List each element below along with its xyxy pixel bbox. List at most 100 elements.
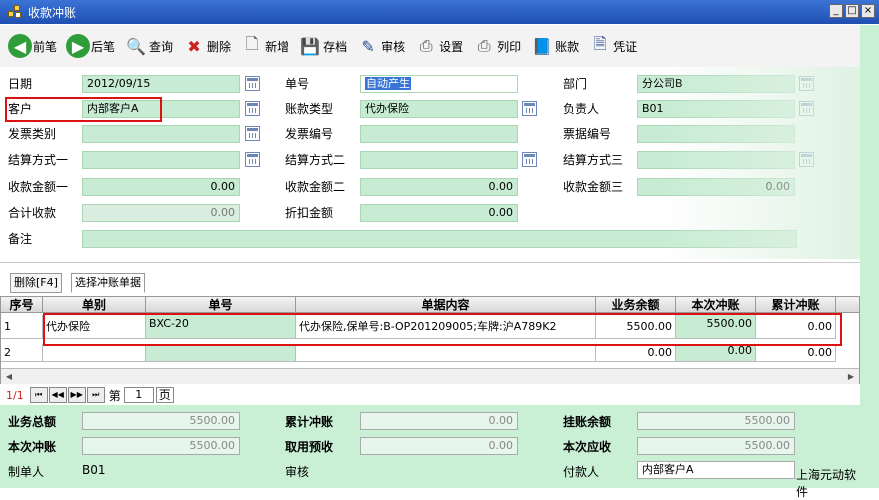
right-strip <box>860 25 879 488</box>
amt2-input[interactable]: 0.00 <box>360 178 518 196</box>
voucher-button[interactable]: 🗎 凭证 <box>588 29 637 63</box>
col-balance: 业务余额 <box>596 297 676 313</box>
col-content: 单据内容 <box>296 297 596 313</box>
print-button[interactable]: ⎙ 列印 <box>472 29 521 63</box>
settle2-input[interactable] <box>360 151 518 169</box>
col-cum: 累计冲账 <box>756 297 836 313</box>
date-label: 日期 <box>8 77 33 91</box>
invoice-type-lookup-icon[interactable] <box>245 126 260 141</box>
date-input[interactable]: 2012/09/15 <box>82 75 240 93</box>
prev-page-icon[interactable]: ◀◀ <box>48 387 67 403</box>
save-button[interactable]: 💾 存档 <box>298 29 347 63</box>
tab-delete[interactable]: 删除[F4] <box>10 273 62 293</box>
discount-label: 折扣金额 <box>285 206 334 220</box>
detail-tabs: 删除[F4] 选择冲账单据 <box>0 262 860 294</box>
amt1-input[interactable]: 0.00 <box>82 178 240 196</box>
review-button[interactable]: ✎ 审核 <box>356 29 405 63</box>
remark-label: 备注 <box>8 232 33 246</box>
app-icon <box>8 5 22 19</box>
dept-lookup-icon[interactable] <box>799 76 814 91</box>
this-label: 本次冲账 <box>8 440 57 454</box>
settle1-label: 结算方式一 <box>8 153 69 167</box>
row2-seq: 2 <box>1 344 43 362</box>
owner-input[interactable]: B01 <box>637 100 795 118</box>
row1-seq: 1 <box>1 315 43 339</box>
brand-label: 上海元动软件 <box>796 468 857 499</box>
page-input[interactable]: 1 <box>123 387 154 403</box>
row2-content[interactable] <box>296 344 596 362</box>
biz-total-label: 业务总额 <box>8 415 57 429</box>
summary-panel: 业务总额 5500.00 累计冲账 0.00 挂账余额 5500.00 本次冲账… <box>0 405 860 499</box>
total-label: 合计收款 <box>8 206 57 220</box>
acct-type-input[interactable]: 代办保险 <box>360 100 518 118</box>
row2-type[interactable] <box>43 344 146 362</box>
calendar-icon[interactable] <box>245 76 260 91</box>
printer-icon: ⎙ <box>477 36 491 55</box>
settings-button[interactable]: ⎙ 设置 <box>414 29 463 63</box>
hang-input: 5500.00 <box>637 412 795 430</box>
minimize-button[interactable]: _ <box>829 4 843 18</box>
last-page-icon[interactable]: ⏭ <box>86 387 105 403</box>
scroll-right-icon[interactable]: ▶ <box>845 371 857 383</box>
delete-doc-icon: ✖ <box>187 36 201 56</box>
owner-lookup-icon[interactable] <box>799 101 814 116</box>
settle3-label: 结算方式三 <box>563 153 624 167</box>
payer-input[interactable]: 内部客户A <box>637 461 795 479</box>
new-doc-icon: 🗋 <box>245 33 259 53</box>
invoice-type-input[interactable] <box>82 125 240 143</box>
pager: 1/1 ⏮ ◀◀ ▶▶ ⏭ 第 1 页 <box>0 385 190 405</box>
settle1-input[interactable] <box>82 151 240 169</box>
ledger-button[interactable]: 📘 账款 <box>530 29 579 63</box>
dept-input[interactable]: 分公司B <box>637 75 795 93</box>
settle3-input[interactable] <box>637 151 795 169</box>
prepay-input: 0.00 <box>360 437 518 455</box>
arrow-right-icon: ▶ <box>66 34 91 58</box>
col-no: 单号 <box>146 297 296 313</box>
discount-input[interactable]: 0.00 <box>360 204 518 222</box>
row2-no[interactable] <box>146 344 296 362</box>
bill-no-input[interactable] <box>637 125 795 143</box>
acct-type-lookup-icon[interactable] <box>522 101 537 116</box>
row2-this[interactable]: 0.00 <box>676 344 756 362</box>
next-page-icon[interactable]: ▶▶ <box>67 387 86 403</box>
toolbar: ◀ 前笔 ▶ 后笔 🔍 查询 ✖ 删除 🗋 新增 💾 存档 ✎ 审核 ⎙ 设置 ⎙ 列印 📘 账款 … <box>0 25 860 67</box>
dept-label: 部门 <box>563 77 588 91</box>
next-button[interactable]: ▶ 后笔 <box>66 29 115 63</box>
grid-hscrollbar[interactable]: ◀ ▶ <box>1 368 859 384</box>
due-input: 5500.00 <box>637 437 795 455</box>
settle3-lookup-icon[interactable] <box>799 152 814 167</box>
floppy-icon: 💾 <box>300 36 321 56</box>
payer-label: 付款人 <box>563 465 600 479</box>
invoice-no-input[interactable] <box>360 125 518 143</box>
audit-label: 审核 <box>285 465 310 479</box>
hang-label: 挂账余额 <box>563 415 612 429</box>
amt3-label: 收款金额三 <box>563 180 624 194</box>
remark-input[interactable] <box>82 230 797 248</box>
close-button[interactable]: × <box>861 4 875 18</box>
new-button[interactable]: 🗋 新增 <box>240 29 289 63</box>
window-title: 收款冲账 <box>28 5 77 20</box>
amt1-label: 收款金额一 <box>8 180 69 194</box>
magnifier-icon: 🔍 <box>126 36 146 56</box>
settle2-label: 结算方式二 <box>285 153 346 167</box>
delete-button[interactable]: ✖ 删除 <box>182 29 231 63</box>
maker-label: 制单人 <box>8 465 45 479</box>
settle2-lookup-icon[interactable] <box>522 152 537 167</box>
grid-header: 序号 单别 单号 单据内容 业务余额 本次冲账 累计冲账 <box>1 297 859 313</box>
col-this: 本次冲账 <box>676 297 756 313</box>
no-input[interactable]: 自动产生 <box>360 75 518 93</box>
cum-input: 0.00 <box>360 412 518 430</box>
page-prefix: 第 <box>108 388 121 403</box>
prev-button[interactable]: ◀ 前笔 <box>8 29 57 63</box>
maximize-button[interactable]: □ <box>845 4 859 18</box>
first-page-icon[interactable]: ⏮ <box>29 387 48 403</box>
voucher-icon: 🗎 <box>593 33 607 53</box>
amt3-input[interactable]: 0.00 <box>637 178 795 196</box>
customer-highlight <box>5 97 162 122</box>
customer-lookup-icon[interactable] <box>245 101 260 116</box>
settle1-lookup-icon[interactable] <box>245 152 260 167</box>
tab-select-bills[interactable]: 选择冲账单据 <box>71 273 145 293</box>
biz-total-input: 5500.00 <box>82 412 240 430</box>
query-button[interactable]: 🔍 查询 <box>124 29 173 63</box>
scroll-left-icon[interactable]: ◀ <box>3 371 15 383</box>
